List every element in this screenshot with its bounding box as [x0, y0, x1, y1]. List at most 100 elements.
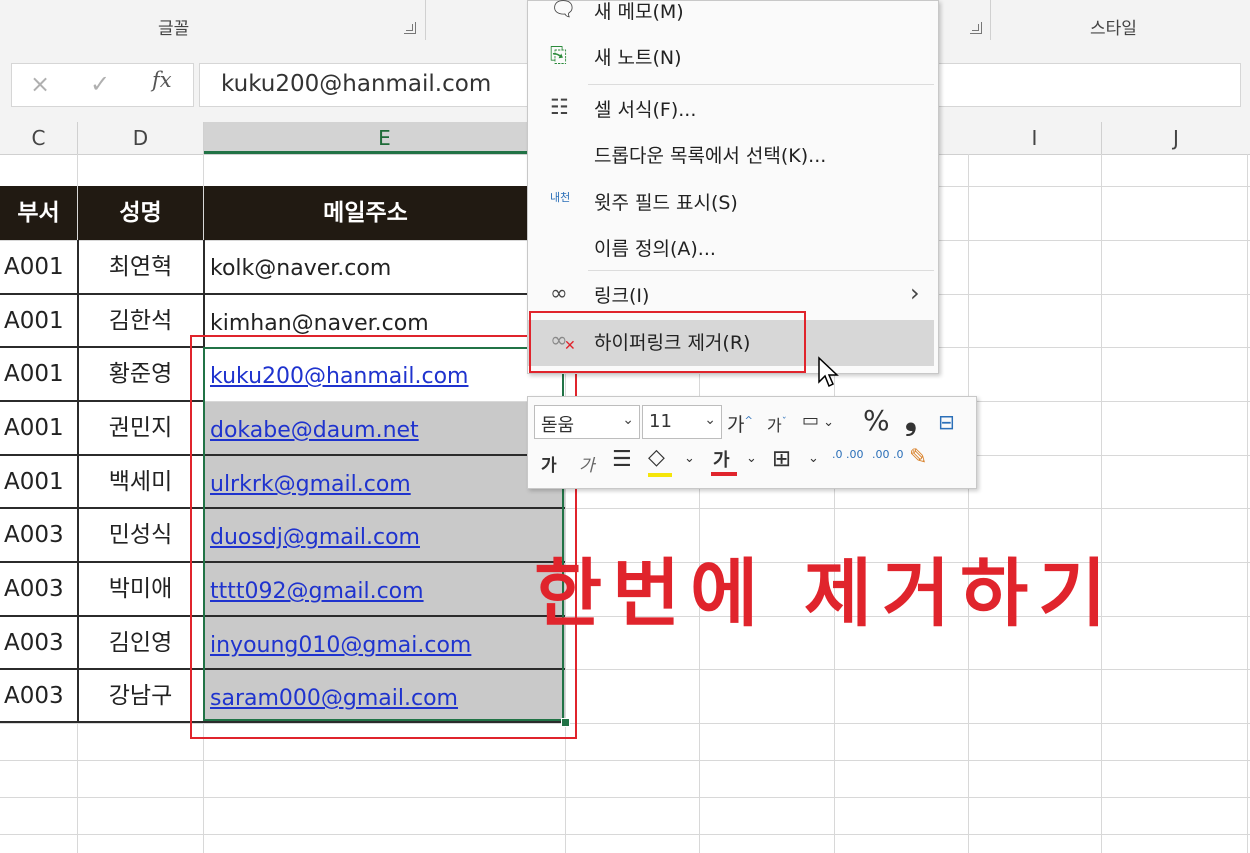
insert-function-icon[interactable]: fx — [152, 68, 172, 92]
chevron-down-icon[interactable]: ⌄ — [808, 451, 819, 466]
font-color-button[interactable]: 가 — [711, 446, 737, 476]
cell-dept[interactable]: A003 — [0, 563, 77, 616]
cell-dept[interactable]: A003 — [0, 670, 77, 723]
font-color-label: 가 — [713, 450, 730, 471]
grid-line — [0, 723, 1250, 724]
menu-item-new-note[interactable]: ⎘ 새 노트(N) — [528, 35, 938, 81]
font-size-dropdown[interactable]: 11 ⌄ — [642, 405, 722, 439]
cell-dept[interactable]: A003 — [0, 509, 77, 562]
enter-icon[interactable]: ✓ — [90, 70, 110, 98]
decrease-decimal-label: .00 .0 — [872, 448, 904, 461]
grid-line — [0, 797, 1250, 798]
cell-dept[interactable]: A001 — [0, 402, 77, 455]
cell-dept[interactable]: A001 — [0, 295, 77, 348]
comment-icon: 🗨 — [550, 0, 577, 21]
grow-font-button[interactable]: 가^ — [727, 410, 753, 437]
accounting-format-icon[interactable]: ▭ ⌄ — [802, 410, 834, 431]
column-header-j[interactable]: J — [1102, 122, 1250, 154]
menu-item-label: 링크(I) — [594, 285, 650, 307]
ribbon-group-style-label: 스타일 — [1090, 19, 1137, 39]
menu-item-label: 윗주 필드 표시(S) — [594, 192, 738, 214]
percent-button[interactable]: % — [863, 404, 890, 437]
highlight-box-menu-item — [529, 311, 806, 373]
cell-name[interactable]: 박미애 — [78, 563, 203, 616]
column-header-e[interactable]: E — [204, 122, 566, 154]
cell-dept[interactable]: A003 — [0, 617, 77, 670]
format-painter-icon[interactable]: ✎ — [909, 445, 927, 470]
font-dialog-launcher-icon[interactable] — [404, 22, 416, 34]
menu-item-label: 셀 서식(F)... — [594, 99, 697, 121]
cell-dept[interactable]: A001 — [0, 348, 77, 401]
shrink-font-label: 가 — [767, 416, 782, 435]
shrink-font-button[interactable]: 가ˇ — [767, 412, 787, 436]
cell-name[interactable]: 김인영 — [78, 617, 203, 670]
column-header-i[interactable]: I — [968, 122, 1102, 154]
decrease-decimal-icon[interactable]: .00 .0 — [872, 449, 904, 460]
cell-name[interactable]: 민성식 — [78, 509, 203, 562]
borders-icon[interactable]: ⊞ — [772, 446, 791, 472]
cell-name[interactable]: 백세미 — [78, 456, 203, 509]
table-border — [77, 240, 79, 723]
chevron-down-icon: ⌄ — [704, 412, 716, 428]
column-header-d[interactable]: D — [78, 122, 204, 154]
table-border — [0, 400, 204, 402]
grid-line — [1101, 154, 1102, 853]
menu-item-define-name[interactable]: 이름 정의(A)... — [528, 226, 938, 272]
cancel-icon[interactable]: × — [30, 70, 50, 98]
number-dialog-launcher-icon[interactable] — [970, 22, 982, 34]
cell-dept[interactable]: A001 — [0, 241, 77, 294]
font-name-dropdown[interactable]: 돋움 ⌄ — [534, 405, 640, 439]
grid-line — [1247, 154, 1248, 853]
menu-item-label: 새 노트(N) — [594, 47, 682, 69]
header-dept: 부서 — [0, 186, 77, 240]
menu-item-new-comment[interactable]: 🗨 새 메모(M) — [528, 0, 938, 35]
comma-style-button[interactable]: ❟ — [905, 402, 917, 437]
table-border — [0, 293, 527, 295]
format-cells-icon: ☷ — [550, 95, 569, 119]
link-icon: ∞ — [550, 281, 568, 305]
increase-decimal-icon[interactable]: .0 .00 — [832, 449, 864, 460]
italic-button[interactable]: 가 — [579, 451, 595, 476]
menu-item-label: 새 메모(M) — [594, 1, 684, 23]
cell-name[interactable]: 황준영 — [78, 348, 203, 401]
ribbon-separator — [425, 0, 426, 40]
menu-item-label: 이름 정의(A)... — [594, 238, 716, 260]
font-name-value: 돋움 — [541, 415, 575, 436]
fill-color-icon[interactable]: ◇ — [648, 445, 672, 477]
chevron-down-icon: ⌄ — [622, 412, 634, 428]
table-border — [0, 346, 204, 348]
cell-name[interactable]: 김한석 — [78, 295, 203, 348]
menu-item-label: 드롭다운 목록에서 선택(K)... — [594, 145, 827, 167]
column-header-c[interactable]: C — [0, 122, 78, 154]
grid-line — [0, 760, 1250, 761]
font-size-value: 11 — [649, 411, 672, 432]
menu-item-format-cells[interactable]: ☷ 셀 서식(F)... — [528, 87, 938, 133]
formula-value: kuku200@hanmail.com — [221, 71, 492, 97]
phonetic-icon: 내천 — [550, 191, 571, 204]
chevron-down-icon[interactable]: ⌄ — [746, 451, 757, 466]
menu-separator — [588, 84, 934, 85]
grid-line — [0, 834, 1250, 835]
grow-font-label: 가 — [727, 414, 745, 436]
align-center-icon[interactable]: ☰ — [612, 447, 632, 472]
menu-item-pick-from-list[interactable]: 드롭다운 목록에서 선택(K)... — [528, 133, 938, 179]
cell-name[interactable]: 최연혁 — [78, 241, 203, 294]
cell-dept[interactable]: A001 — [0, 456, 77, 509]
mouse-cursor-icon — [818, 356, 839, 388]
cell-name[interactable]: 권민지 — [78, 402, 203, 455]
cell-name[interactable]: 강남구 — [78, 670, 203, 723]
menu-separator — [588, 270, 934, 271]
chevron-down-icon[interactable]: ⌄ — [684, 451, 695, 466]
header-name: 성명 — [78, 186, 203, 240]
menu-item-phonetic[interactable]: 내천 윗주 필드 표시(S) — [528, 180, 938, 226]
bold-button[interactable]: 가 — [541, 451, 557, 476]
header-email: 메일주소 — [204, 186, 527, 240]
ribbon-separator — [990, 0, 991, 40]
ribbon-group-font-label: 글꼴 — [158, 19, 190, 39]
increase-decimal-label: .0 .00 — [832, 448, 864, 461]
annotation-text: 한번에 제거하기 — [534, 551, 1117, 637]
new-note-icon: ⎘ — [550, 43, 567, 67]
cell-email[interactable]: kolk@naver.com — [204, 241, 530, 296]
merge-center-icon[interactable]: ⊟ — [938, 410, 955, 434]
submenu-arrow-icon: › — [910, 279, 920, 307]
